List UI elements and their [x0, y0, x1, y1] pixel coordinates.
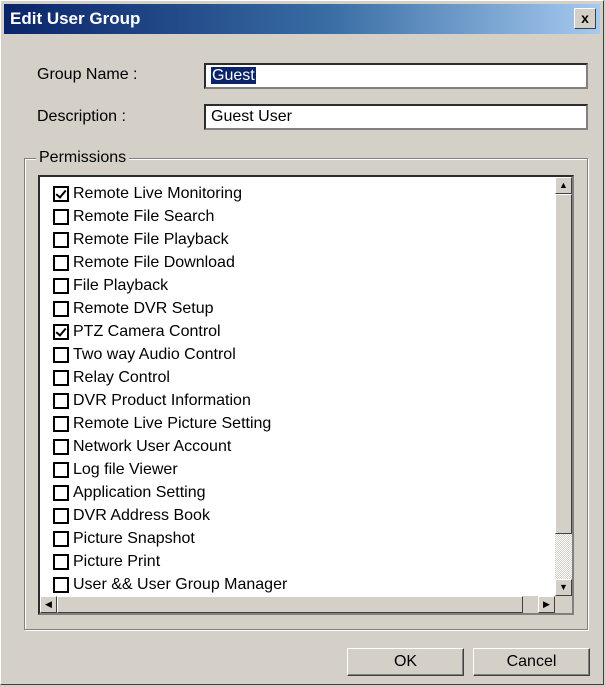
permission-item[interactable]: Remote File Download — [53, 251, 287, 274]
permission-label: Remote File Search — [73, 207, 215, 225]
permission-item[interactable]: Picture Print — [53, 550, 287, 573]
cancel-button[interactable]: Cancel — [473, 648, 590, 676]
checkbox-unchecked-icon[interactable] — [53, 484, 69, 501]
permission-item[interactable]: User && User Group Manager — [53, 573, 287, 596]
checkbox-checked-icon[interactable] — [53, 185, 69, 202]
scroll-down-arrow-icon[interactable]: ▼ — [555, 579, 572, 596]
permission-label: DVR Product Information — [73, 391, 251, 409]
checkbox-unchecked-icon[interactable] — [53, 461, 69, 478]
horizontal-scrollbar[interactable]: ◀ ▶ — [40, 596, 555, 613]
close-button[interactable]: x — [574, 8, 596, 29]
permissions-legend: Permissions — [36, 149, 130, 167]
permission-label: Picture Snapshot — [73, 529, 195, 547]
permission-label: Application Setting — [73, 483, 206, 501]
checkbox-unchecked-icon[interactable] — [53, 553, 69, 570]
checkbox-unchecked-icon[interactable] — [53, 208, 69, 225]
permission-item[interactable]: DVR Address Book — [53, 504, 287, 527]
scroll-left-arrow-icon[interactable]: ◀ — [40, 596, 57, 613]
permission-label: Remote File Download — [73, 253, 235, 271]
permission-label: PTZ Camera Control — [73, 322, 221, 340]
permission-item[interactable]: Remote Live Monitoring — [53, 182, 287, 205]
permission-label: Log file Viewer — [73, 460, 178, 478]
checkbox-unchecked-icon[interactable] — [53, 254, 69, 271]
permission-item[interactable]: Remote Live Picture Setting — [53, 412, 287, 435]
permission-label: DVR Address Book — [73, 506, 210, 524]
permission-item[interactable]: Network User Account — [53, 435, 287, 458]
permission-label: User && User Group Manager — [73, 575, 288, 593]
permission-item[interactable]: Application Setting — [53, 481, 287, 504]
vertical-scrollbar[interactable]: ▲ ▼ — [555, 177, 572, 596]
scroll-right-arrow-icon[interactable]: ▶ — [538, 596, 555, 613]
permission-item[interactable]: Remote File Playback — [53, 228, 287, 251]
permission-item[interactable]: DVR Product Information — [53, 389, 287, 412]
group-name-label: Group Name : — [37, 66, 138, 83]
permission-item[interactable]: File Playback — [53, 274, 287, 297]
permission-label: Relay Control — [73, 368, 170, 386]
scroll-corner — [555, 596, 572, 613]
checkbox-unchecked-icon[interactable] — [53, 300, 69, 317]
ok-button[interactable]: OK — [347, 648, 464, 676]
checkbox-unchecked-icon[interactable] — [53, 507, 69, 524]
permission-label: Remote DVR Setup — [73, 299, 214, 317]
permission-label: Remote File Playback — [73, 230, 229, 248]
permission-item[interactable]: Picture Snapshot — [53, 527, 287, 550]
checkbox-unchecked-icon[interactable] — [53, 277, 69, 294]
permission-item[interactable]: PTZ Camera Control — [53, 320, 287, 343]
permissions-list[interactable]: Remote Live Monitoring Remote File Search… — [38, 175, 574, 615]
checkbox-unchecked-icon[interactable] — [53, 346, 69, 363]
permission-label: Picture Print — [73, 552, 161, 570]
permission-item[interactable]: Log file Viewer — [53, 458, 287, 481]
permission-label: Remote Live Picture Setting — [73, 414, 272, 432]
vertical-scroll-thumb[interactable] — [555, 194, 572, 534]
description-field[interactable]: Guest User — [204, 104, 588, 130]
description-label: Description : — [37, 108, 126, 125]
checkbox-unchecked-icon[interactable] — [53, 392, 69, 409]
permissions-items: Remote Live Monitoring Remote File Search… — [53, 182, 287, 596]
horizontal-scroll-thumb[interactable] — [57, 596, 523, 613]
group-name-field[interactable]: Guest — [204, 63, 588, 89]
checkbox-unchecked-icon[interactable] — [53, 438, 69, 455]
scroll-up-arrow-icon[interactable]: ▲ — [555, 177, 572, 194]
checkbox-unchecked-icon[interactable] — [53, 530, 69, 547]
permission-label: File Playback — [73, 276, 169, 294]
permission-item[interactable]: Remote File Search — [53, 205, 287, 228]
checkbox-unchecked-icon[interactable] — [53, 415, 69, 432]
checkbox-checked-icon[interactable] — [53, 323, 69, 340]
permission-item[interactable]: Relay Control — [53, 366, 287, 389]
permission-label: Two way Audio Control — [73, 345, 236, 363]
title-bar: Edit User Group x — [4, 4, 600, 34]
permission-label: Network User Account — [73, 437, 232, 455]
close-icon: x — [581, 10, 589, 26]
group-name-value: Guest — [211, 67, 256, 84]
checkbox-unchecked-icon[interactable] — [53, 369, 69, 386]
checkbox-unchecked-icon[interactable] — [53, 576, 69, 593]
permission-item[interactable]: Remote DVR Setup — [53, 297, 287, 320]
dialog-title: Edit User Group — [10, 9, 141, 28]
description-value: Guest User — [211, 108, 292, 125]
checkbox-unchecked-icon[interactable] — [53, 231, 69, 248]
permission-label: Remote Live Monitoring — [73, 184, 242, 202]
permission-item[interactable]: Two way Audio Control — [53, 343, 287, 366]
